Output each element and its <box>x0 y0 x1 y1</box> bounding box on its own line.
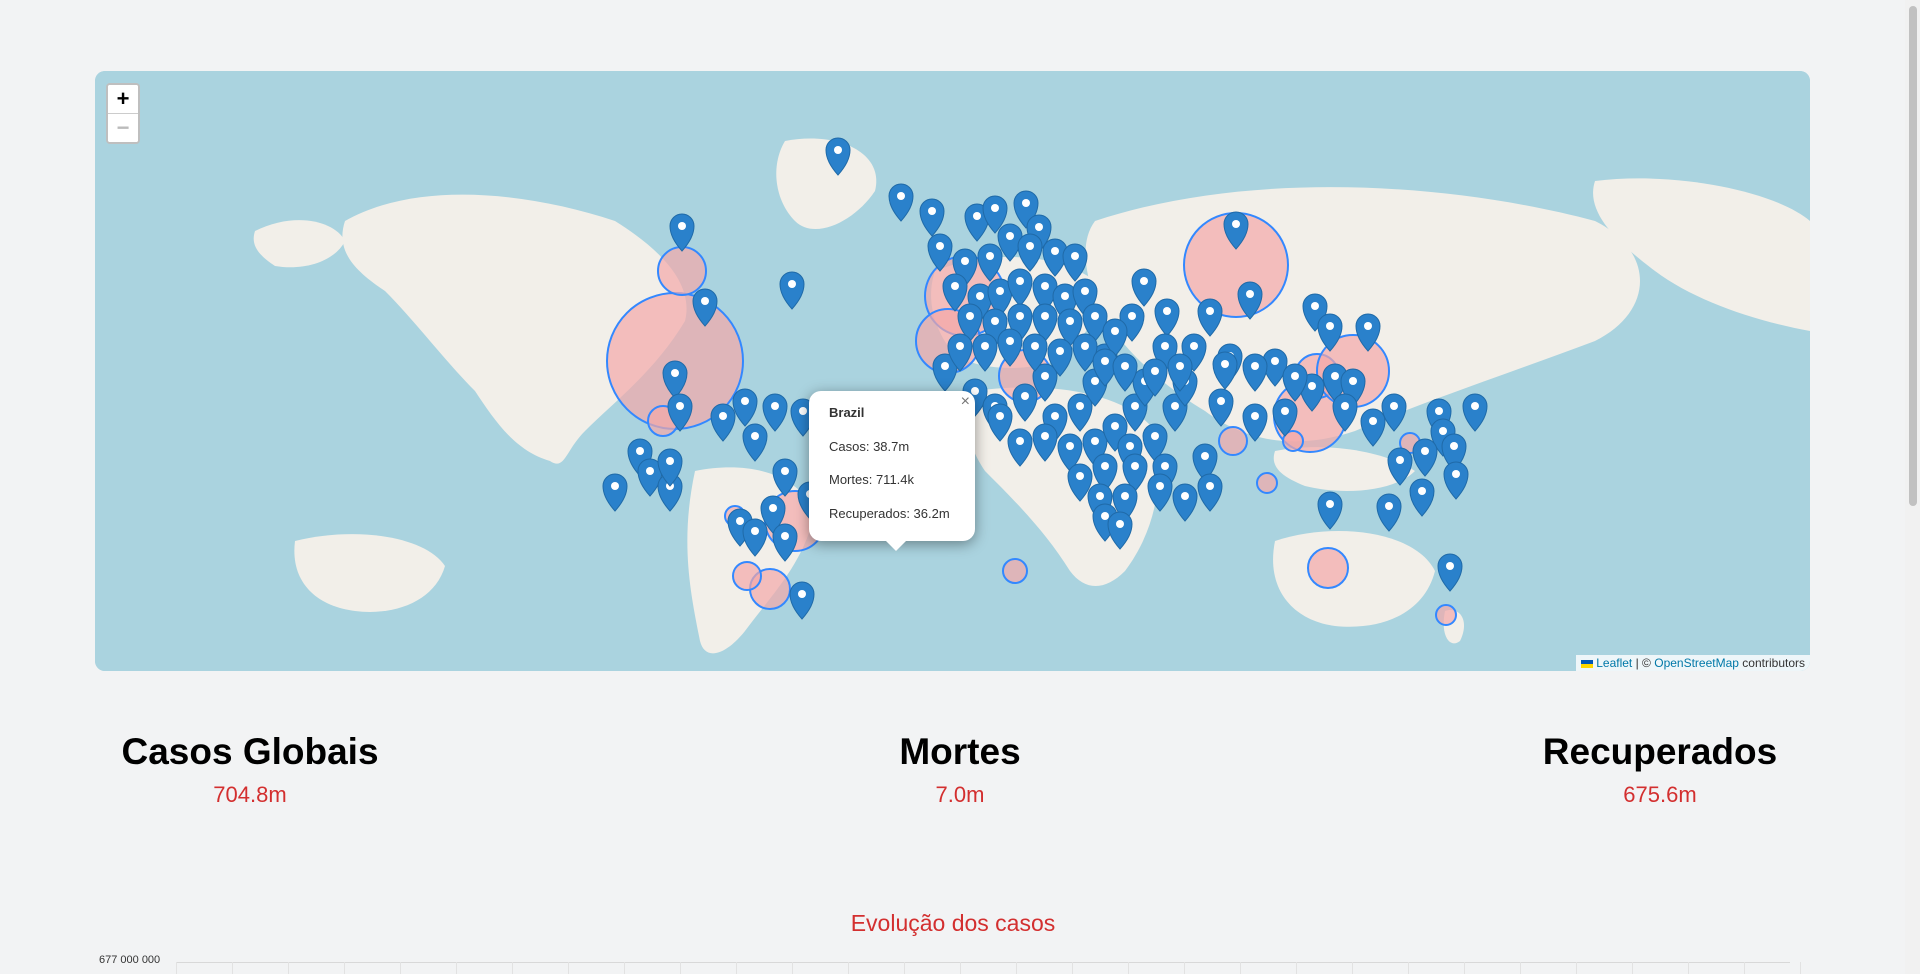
chart-title: Evolução dos casos <box>850 910 1056 936</box>
basemap <box>95 71 1810 671</box>
chart-gridline <box>904 962 905 974</box>
zoom-control: + − <box>106 83 140 144</box>
popup-title: Brazil <box>829 405 865 420</box>
chart-y-tick: 677 000 000 <box>99 954 161 966</box>
osm-link[interactable]: OpenStreetMap <box>1654 656 1739 670</box>
stat-recovered-value: 675.6m <box>1623 782 1697 807</box>
stat-recovered: Recuperados 675.6m <box>1540 730 1780 808</box>
chart-gridline <box>1352 962 1353 974</box>
chart-gridline <box>400 962 401 974</box>
chart-gridline <box>1128 962 1129 974</box>
chart-gridline <box>288 962 289 974</box>
stat-deaths-label: Mortes <box>899 731 1021 772</box>
scrollbar-thumb[interactable] <box>1909 6 1917 506</box>
chart-gridline <box>1744 962 1745 974</box>
stat-cases: Casos Globais 704.8m <box>120 730 380 808</box>
stat-deaths: Mortes 7.0m <box>860 730 1060 808</box>
chart-gridline <box>1184 962 1185 974</box>
popup-cases: Casos: 38.7m <box>829 439 910 454</box>
map-attribution: Leaflet | © OpenStreetMap contributors <box>1575 655 1810 671</box>
ukraine-flag-icon <box>1580 659 1593 668</box>
chart-gridline <box>848 962 849 974</box>
chart-gridline <box>232 962 233 974</box>
chart-gridline <box>624 962 625 974</box>
chart-gridline <box>1296 962 1297 974</box>
chart-gridline <box>1408 962 1409 974</box>
stat-cases-value: 704.8m <box>213 782 287 807</box>
attribution-separator: | © <box>1635 656 1651 670</box>
chart-gridline <box>1240 962 1241 974</box>
chart-gridline <box>176 962 1790 963</box>
chart-gridline <box>344 962 345 974</box>
popup-close-icon[interactable]: × <box>961 393 970 411</box>
page-scrollbar[interactable] <box>1905 0 1920 974</box>
chart-gridline <box>960 962 961 974</box>
popup-tip <box>886 541 906 551</box>
chart-gridline <box>1576 962 1577 974</box>
leaflet-link[interactable]: Leaflet <box>1596 656 1632 670</box>
chart-gridline <box>456 962 457 974</box>
chart-gridline <box>1072 962 1073 974</box>
stat-cases-label: Casos Globais <box>121 731 379 772</box>
chart-grid <box>176 962 1801 974</box>
zoom-out-button[interactable]: − <box>108 113 138 142</box>
chart-gridline <box>568 962 569 974</box>
country-popup: × Brazil Casos: 38.7m Mortes: 711.4k Rec… <box>809 391 975 551</box>
popup-recovered: Recuperados: 36.2m <box>829 506 950 521</box>
attribution-suffix: contributors <box>1742 656 1805 670</box>
chart-gridline <box>1800 962 1801 974</box>
chart-gridline <box>512 962 513 974</box>
zoom-in-button[interactable]: + <box>108 85 138 113</box>
stat-recovered-label: Recuperados <box>1542 731 1778 772</box>
chart-gridline <box>680 962 681 974</box>
chart-gridline <box>1464 962 1465 974</box>
chart-gridline <box>1520 962 1521 974</box>
chart-gridline <box>792 962 793 974</box>
chart-gridline <box>1688 962 1689 974</box>
chart-gridline <box>1632 962 1633 974</box>
stat-deaths-value: 7.0m <box>935 782 985 807</box>
popup-deaths: Mortes: 711.4k <box>829 472 915 487</box>
chart-gridline <box>1016 962 1017 974</box>
chart-gridline <box>736 962 737 974</box>
map[interactable]: + − × Brazil Casos: 38.7m Mortes: 711.4k… <box>95 71 1810 671</box>
chart-gridline <box>176 962 177 974</box>
